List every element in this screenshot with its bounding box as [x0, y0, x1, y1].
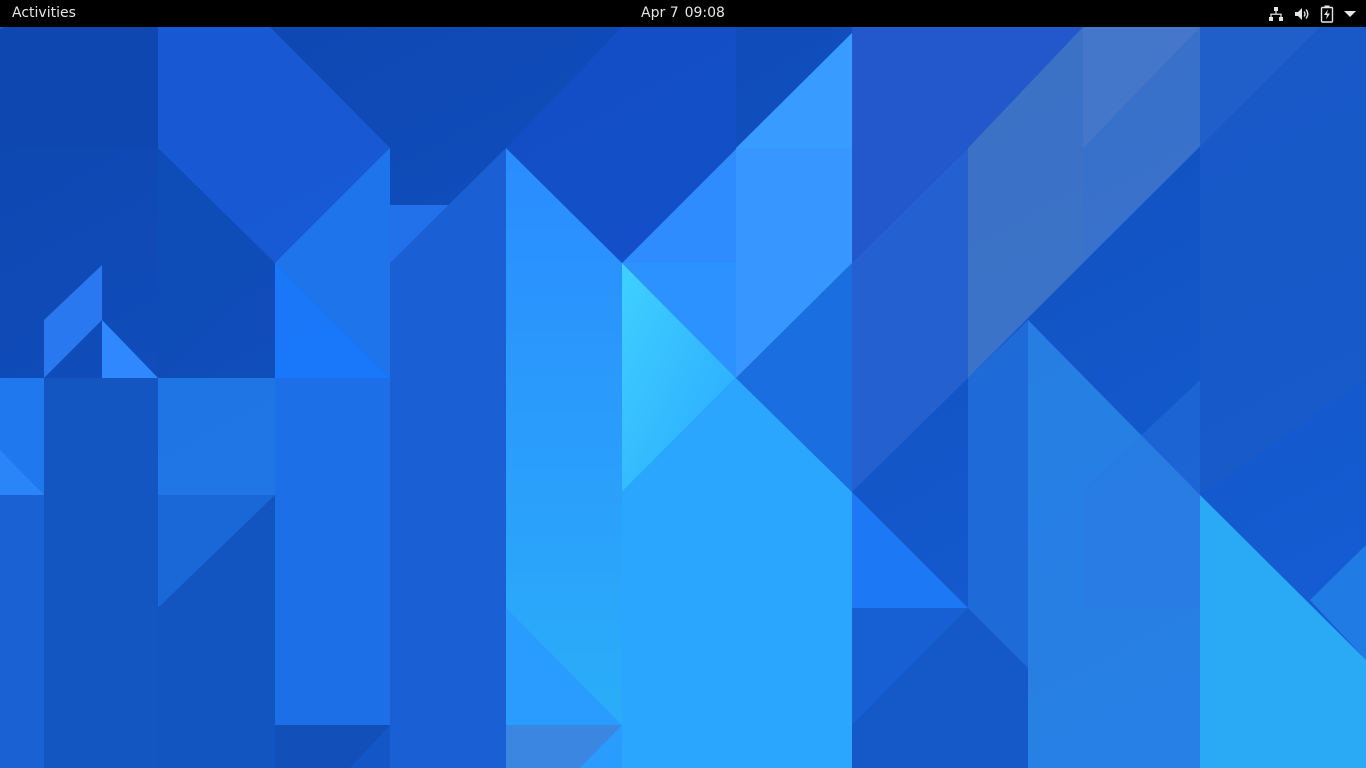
clock-date: Apr 7	[641, 5, 679, 21]
wallpaper	[0, 27, 1366, 768]
clock-time: 09:08	[684, 5, 725, 21]
clock-button[interactable]: Apr 7 09:08	[641, 5, 725, 21]
clock: Apr 7 09:08	[0, 0, 1366, 27]
volume-icon[interactable]	[1294, 0, 1310, 27]
system-menu-arrow-icon[interactable]	[1344, 0, 1356, 27]
desktop-background	[0, 27, 1366, 768]
battery-charging-icon[interactable]	[1320, 0, 1334, 27]
network-wired-icon[interactable]	[1268, 0, 1284, 27]
activities-button[interactable]: Activities	[12, 0, 76, 27]
top-bar: Activities Apr 7 09:08	[0, 0, 1366, 27]
system-tray[interactable]	[1268, 0, 1356, 27]
